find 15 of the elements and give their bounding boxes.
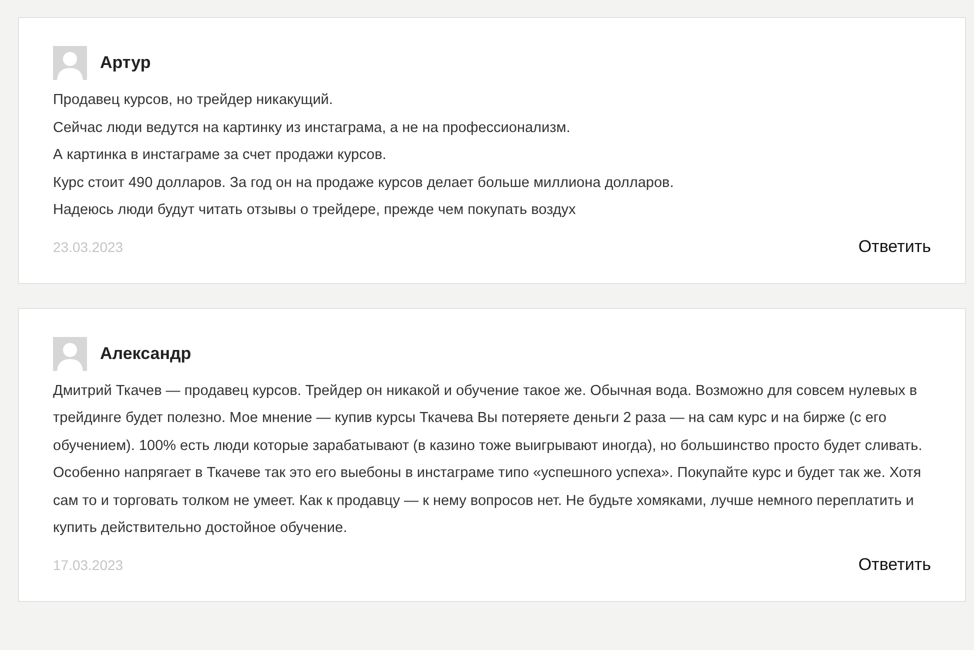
comment-text: А картинка в инстаграме за счет продажи курсов.	[53, 146, 388, 165]
comment-text: Курс стоит 490 долларов. За год он на продаже курсов делает больше миллиона долларов.	[53, 174, 675, 192]
comment-text: Продавец курсов, но трейдер никакущий.	[53, 91, 334, 110]
reply-link[interactable]: Ответить	[858, 554, 931, 574]
avatar-icon	[53, 336, 87, 370]
comment-text: Дмитрий Ткачев — продавец курсов. Трейдер он никакой и обучение такое же. Обычная вода. Возможно для совсем нулевых в трейдинге будет полезно. Мое мнение — купив курсы Ткачева Вы потеряете деньги 2 раза — на сам курс и на бирже (с его обучением). 100% есть люди которые зарабатывают (в казино тоже выигрывают иногда), но большинство просто будет сливать.	[53, 382, 924, 456]
avatar-icon	[53, 46, 87, 80]
reply-link[interactable]: Ответить	[858, 236, 931, 256]
comment-text: Надеюсь люди будут читать отзывы о трейдере, прежде чем покупать воздух	[53, 201, 577, 220]
comment-text: Особенно напрягает в Ткачеве так это его выебоны в инстаграме типо «успешного успеха». Покупайте курс и будет так же. Хотя сам то и торговать толком не умеет. Как к продавцу — к нему вопросов нет. Не будьте хомяками, лучше немного переплатить и купить действительно достойное обучение.	[53, 464, 922, 538]
author-name: Артур	[100, 53, 151, 73]
author-name: Александр	[100, 344, 192, 364]
comment-date: 23.03.2023	[53, 238, 124, 254]
comment-text: Сейчас люди ведутся на картинку из инстаграма, а не на профессионализм.	[53, 118, 572, 138]
comment-date: 17.03.2023	[53, 556, 124, 572]
